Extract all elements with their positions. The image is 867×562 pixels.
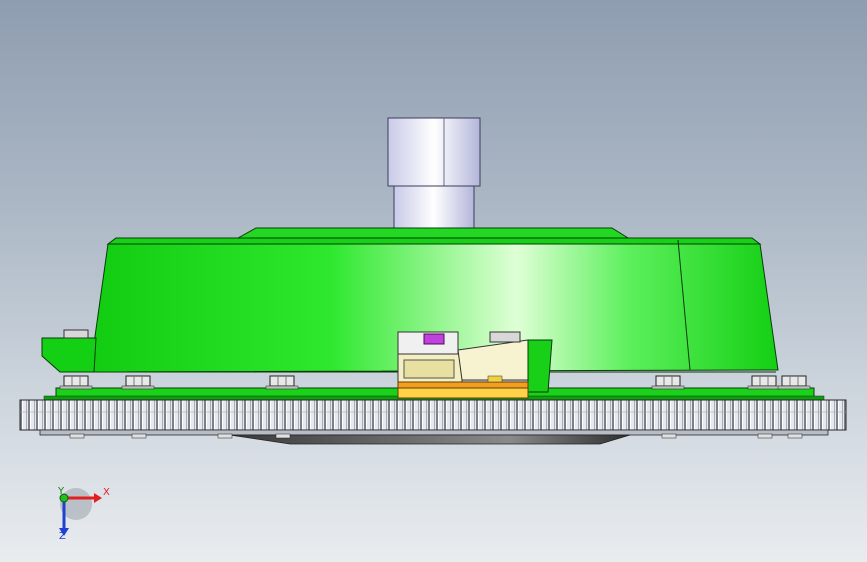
bolt[interactable] <box>777 375 811 390</box>
triad-x-label: X <box>103 487 110 498</box>
gear-underside[interactable] <box>39 429 829 445</box>
bolt[interactable] <box>651 375 685 390</box>
triad-z-label: Z <box>59 531 66 542</box>
ring-gear[interactable] <box>19 399 847 431</box>
bolt[interactable] <box>121 375 155 390</box>
bolt[interactable] <box>59 375 93 390</box>
graphics-viewport[interactable]: X Y Z <box>0 0 867 562</box>
cad-model-view[interactable] <box>0 0 867 562</box>
bolt[interactable] <box>747 375 781 390</box>
left-mount-bracket[interactable] <box>41 329 97 373</box>
housing-top-cap[interactable] <box>106 227 762 245</box>
output-shaft[interactable] <box>387 117 481 229</box>
bolt[interactable] <box>265 375 299 390</box>
triad-y-label: Y <box>58 486 65 497</box>
